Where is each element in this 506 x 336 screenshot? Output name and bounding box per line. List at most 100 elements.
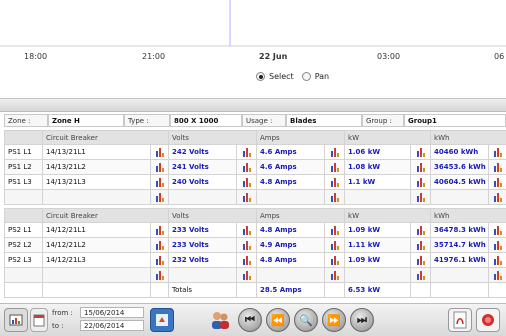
- select-radio-label: Select: [269, 72, 294, 81]
- breaker-id: 14/13/21L3: [42, 174, 151, 190]
- kw-value: 1.09 kW: [344, 222, 412, 238]
- export-button[interactable]: [150, 308, 174, 332]
- usage-key: Usage :: [242, 114, 286, 127]
- totals-label: Totals: [168, 282, 237, 298]
- bar-chart-icon[interactable]: [150, 237, 169, 253]
- group-key: Group :: [362, 114, 404, 127]
- pan-radio-label: Pan: [314, 72, 330, 81]
- table-row: PS1 L1 14/13/21L1 242 Volts 4.6 Amps 1.0…: [4, 144, 506, 160]
- bar-chart-icon[interactable]: [323, 144, 346, 160]
- bar-chart-icon[interactable]: [410, 159, 432, 175]
- header-volts: Volts: [168, 208, 257, 223]
- first-page-button[interactable]: ⏮: [238, 308, 262, 332]
- bar-chart-icon[interactable]: [323, 237, 346, 253]
- kwh-value: 40460 kWh: [430, 144, 490, 160]
- zone-value: Zone H: [48, 114, 124, 127]
- kwh-value: 36453.6 kWh: [430, 159, 490, 175]
- bar-chart-icon[interactable]: [488, 267, 506, 283]
- zoom-button[interactable]: 🔍: [294, 308, 318, 332]
- bar-chart-icon[interactable]: [236, 237, 257, 253]
- bar-chart-icon[interactable]: [323, 159, 346, 175]
- row-name: PS2 L3: [4, 252, 43, 268]
- bar-chart-icon[interactable]: [150, 252, 169, 268]
- alarm-button[interactable]: [476, 308, 500, 332]
- bar-chart-icon[interactable]: [150, 174, 169, 190]
- timeline-plot[interactable]: [0, 0, 506, 50]
- timeline-chart[interactable]: 18:00 21:00 22 Jun 03:00 06 Select Pan: [0, 0, 506, 92]
- select-radio[interactable]: [256, 72, 265, 81]
- row-name: PS2 L2: [4, 237, 43, 253]
- bar-chart-icon[interactable]: [488, 174, 506, 190]
- bar-chart-icon[interactable]: [323, 267, 346, 283]
- table-row-summary: [4, 267, 506, 283]
- table-row: PS2 L3 14/12/21L3 232 Volts 4.8 Amps 1.0…: [4, 252, 506, 268]
- totals-amps: 28.5 Amps: [256, 282, 325, 298]
- bar-chart-icon[interactable]: [236, 189, 257, 205]
- bar-chart-icon[interactable]: [410, 189, 432, 205]
- bar-chart-icon[interactable]: [488, 222, 506, 238]
- row-name: PS1 L2: [4, 159, 43, 175]
- from-date-input[interactable]: 15/06/2014: [80, 307, 144, 318]
- users-button[interactable]: [208, 308, 232, 332]
- power-table-ps2: Circuit Breaker Volts Amps kW kWh PS2 L1…: [4, 208, 506, 298]
- rewind-button[interactable]: ⏪: [266, 308, 290, 332]
- bar-chart-icon[interactable]: [323, 189, 346, 205]
- first-page-icon: ⏮: [245, 313, 255, 326]
- forward-icon: ⏩: [327, 313, 341, 327]
- rack-info-bar: Zone : Zone H Type : 800 X 1000 Usage : …: [4, 114, 506, 127]
- bar-chart-icon[interactable]: [488, 189, 506, 205]
- amps-value: 4.6 Amps: [256, 144, 325, 160]
- bar-chart-icon[interactable]: [323, 222, 346, 238]
- header-kwh: kWh: [430, 130, 506, 145]
- bar-chart-icon[interactable]: [236, 222, 257, 238]
- amps-value: 4.9 Amps: [256, 237, 325, 253]
- bar-chart-icon[interactable]: [150, 144, 169, 160]
- bar-chart-icon[interactable]: [236, 144, 257, 160]
- bottom-toolbar: from : 15/06/2014 to : 22/06/2014 ⏮ ⏪ 🔍 …: [0, 303, 506, 336]
- to-date-input[interactable]: 22/06/2014: [80, 320, 144, 331]
- pdf-button[interactable]: [448, 308, 472, 332]
- report-button[interactable]: [4, 308, 28, 332]
- row-name: PS1 L1: [4, 144, 43, 160]
- volts-value: 240 Volts: [168, 174, 237, 190]
- bar-chart-icon[interactable]: [150, 189, 169, 205]
- bar-chart-icon[interactable]: [410, 222, 432, 238]
- bar-chart-icon[interactable]: [488, 237, 506, 253]
- bar-chart-icon[interactable]: [410, 237, 432, 253]
- volts-value: 232 Volts: [168, 252, 237, 268]
- calendar-button[interactable]: [30, 308, 48, 332]
- bar-chart-icon[interactable]: [488, 144, 506, 160]
- bar-chart-icon[interactable]: [236, 174, 257, 190]
- rewind-icon: ⏪: [271, 313, 285, 327]
- bar-chart-icon[interactable]: [150, 267, 169, 283]
- bar-chart-icon[interactable]: [150, 159, 169, 175]
- bar-chart-icon[interactable]: [410, 174, 432, 190]
- header-circuit-breaker: Circuit Breaker: [42, 208, 169, 223]
- bar-chart-icon[interactable]: [488, 159, 506, 175]
- power-table-ps1: Circuit Breaker Volts Amps kW kWh PS1 L1…: [4, 130, 506, 205]
- bar-chart-icon[interactable]: [410, 252, 432, 268]
- bar-chart-icon[interactable]: [410, 267, 432, 283]
- bar-chart-icon[interactable]: [236, 159, 257, 175]
- pan-radio[interactable]: [301, 72, 311, 81]
- bar-chart-icon[interactable]: [236, 267, 257, 283]
- bar-chart-icon[interactable]: [150, 222, 169, 238]
- report-icon: [9, 314, 23, 326]
- kwh-value: 40604.5 kWh: [430, 174, 490, 190]
- zone-key: Zone :: [4, 114, 48, 127]
- header-volts: Volts: [168, 130, 257, 145]
- bar-chart-icon[interactable]: [410, 144, 432, 160]
- splitter-bar[interactable]: [0, 98, 506, 112]
- bar-chart-icon[interactable]: [323, 174, 346, 190]
- bar-chart-icon[interactable]: [323, 252, 346, 268]
- forward-button[interactable]: ⏩: [322, 308, 346, 332]
- last-page-icon: ⏭: [357, 313, 367, 326]
- kw-value: 1.08 kW: [344, 159, 412, 175]
- table-header: Circuit Breaker Volts Amps kW kWh: [4, 130, 506, 145]
- volts-value: 233 Volts: [168, 222, 237, 238]
- bar-chart-icon[interactable]: [488, 252, 506, 268]
- bar-chart-icon[interactable]: [236, 252, 257, 268]
- last-page-button[interactable]: ⏭: [350, 308, 374, 332]
- header-kwh: kWh: [430, 208, 506, 223]
- table-row: PS1 L3 14/13/21L3 240 Volts 4.8 Amps 1.1…: [4, 174, 506, 190]
